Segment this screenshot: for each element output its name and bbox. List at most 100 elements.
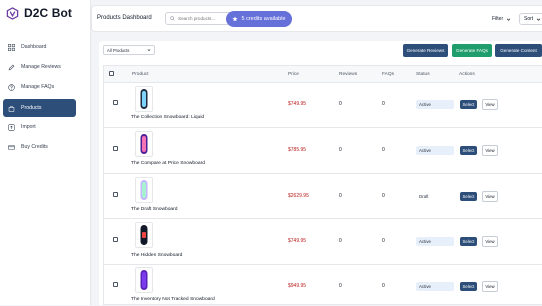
table-row: The Draft Snowboard $2629.95 0 0 Draft S… [104, 174, 542, 219]
sidebar-item-label: Manage Reviews [21, 64, 61, 70]
select-all-checkbox[interactable] [109, 71, 114, 76]
column-header-product: Product [132, 72, 149, 77]
sidebar-item-products[interactable]: Products [3, 99, 76, 117]
sidebar-item-dashboard[interactable]: Dashboard [3, 38, 76, 56]
status-badge: Active [416, 237, 454, 246]
table-row: The Collection Snowboard: Liquid $749.95… [104, 83, 542, 128]
credits-badge[interactable]: 5 credits available [226, 11, 292, 27]
sidebar-item-label: Dashboard [21, 44, 47, 50]
chevron-down-icon [147, 49, 151, 51]
product-image [135, 267, 153, 293]
product-reviews: 0 [339, 193, 342, 199]
product-reviews: 0 [339, 283, 342, 289]
sidebar: D2C Bot Dashboard Manage Reviews Manage … [0, 0, 91, 305]
filter-dropdown[interactable]: Filter [492, 13, 511, 25]
snowboard-thumbnail [140, 134, 148, 154]
help-circle-icon [8, 83, 15, 91]
select-button[interactable]: Select [460, 100, 477, 109]
select-button[interactable]: Select [460, 237, 477, 246]
sort-label: Sort [524, 16, 534, 22]
sidebar-item-buy-credits[interactable]: Buy Credits [3, 138, 76, 156]
product-faqs: 0 [382, 101, 385, 107]
product-image [135, 222, 153, 248]
bag-icon [8, 105, 15, 112]
page-title: Products Dashboard [97, 15, 152, 21]
row-checkbox[interactable] [113, 100, 118, 105]
product-name: The Compare at Price Snowboard [131, 161, 205, 166]
table-header: Product Price Reviews FAQs Status Action… [104, 66, 542, 83]
column-header-status: Status [416, 72, 430, 77]
sidebar-item-label: Buy Credits [21, 144, 48, 150]
view-button[interactable]: View [482, 236, 498, 247]
header-bar: Products Dashboard 5 credits available F… [91, 5, 542, 32]
credits-label: 5 credits available [241, 16, 286, 22]
product-image [135, 131, 153, 157]
sort-dropdown[interactable]: Sort [519, 13, 542, 25]
product-filter-value: All Products [107, 47, 130, 53]
sidebar-item-label: Manage FAQs [21, 84, 55, 90]
product-name: The Hidden Snowboard [131, 253, 183, 258]
select-button[interactable]: Select [460, 146, 477, 155]
view-button[interactable]: View [482, 145, 498, 156]
sidebar-item-manage-reviews[interactable]: Manage Reviews [3, 58, 76, 76]
product-filter-select[interactable]: All Products [103, 45, 155, 55]
column-header-reviews: Reviews [339, 72, 358, 77]
view-button[interactable]: View [482, 191, 498, 202]
snowboard-thumbnail [140, 180, 148, 200]
select-button[interactable]: Select [460, 192, 477, 201]
table-row: The Inventory Not Tracked Snowboard $949… [104, 265, 542, 306]
generate-reviews-button[interactable]: Generate Reviews [403, 44, 448, 57]
column-header-actions: Actions [459, 72, 475, 77]
brand-logo-icon [6, 6, 19, 20]
star-icon [232, 16, 239, 22]
row-checkbox[interactable] [113, 282, 118, 287]
product-name: The Inventory Not Tracked Snowboard [131, 297, 215, 302]
product-reviews: 0 [339, 147, 342, 153]
table-row: The Compare at Price Snowboard $785.95 0… [104, 128, 542, 174]
brand-name: D2C Bot [24, 6, 73, 20]
sidebar-item-import[interactable]: Import [3, 118, 76, 136]
product-faqs: 0 [382, 283, 385, 289]
row-checkbox[interactable] [113, 237, 118, 242]
column-header-price: Price [288, 72, 299, 77]
status-badge: Active [416, 282, 454, 291]
sidebar-item-manage-faqs[interactable]: Manage FAQs [3, 78, 76, 96]
view-button[interactable]: View [482, 281, 498, 292]
main-content: All Products Generate Reviews Generate F… [99, 41, 542, 305]
product-faqs: 0 [382, 147, 385, 153]
product-image [135, 177, 153, 203]
upload-icon [8, 123, 15, 131]
select-button[interactable]: Select [460, 282, 477, 291]
snowboard-thumbnail [140, 225, 148, 245]
product-reviews: 0 [339, 101, 342, 107]
grid-icon [8, 43, 15, 51]
status-badge: Active [416, 100, 454, 109]
row-checkbox[interactable] [113, 192, 118, 197]
search-icon [170, 16, 175, 21]
product-faqs: 0 [382, 193, 385, 199]
chevron-down-icon [536, 18, 541, 21]
generate-content-button[interactable]: Generate Content [495, 44, 542, 57]
table-row: The Hidden Snowboard $749.95 0 0 Active … [104, 219, 542, 265]
pencil-icon [8, 64, 15, 70]
product-price: $749.95 [288, 101, 307, 107]
snowboard-thumbnail [140, 89, 148, 109]
status-badge: Active [416, 146, 454, 155]
row-checkbox[interactable] [113, 146, 118, 151]
status-badge: Draft [419, 194, 429, 199]
credit-card-icon [8, 144, 15, 150]
product-reviews: 0 [339, 238, 342, 244]
product-name: The Draft Snowboard [131, 207, 178, 212]
generate-faqs-button[interactable]: Generate FAQs [452, 44, 492, 57]
products-table: Product Price Reviews FAQs Status Action… [103, 65, 542, 305]
column-header-faqs: FAQs [382, 72, 394, 77]
chevron-down-icon [506, 18, 511, 21]
product-price: $785.95 [288, 147, 307, 153]
sidebar-item-label: Import [21, 124, 36, 130]
product-price: $2629.95 [288, 193, 309, 199]
sidebar-item-label: Products [21, 105, 42, 111]
brand: D2C Bot [6, 6, 72, 20]
filter-label: Filter [492, 16, 504, 22]
product-image [135, 86, 153, 112]
view-button[interactable]: View [482, 99, 498, 110]
